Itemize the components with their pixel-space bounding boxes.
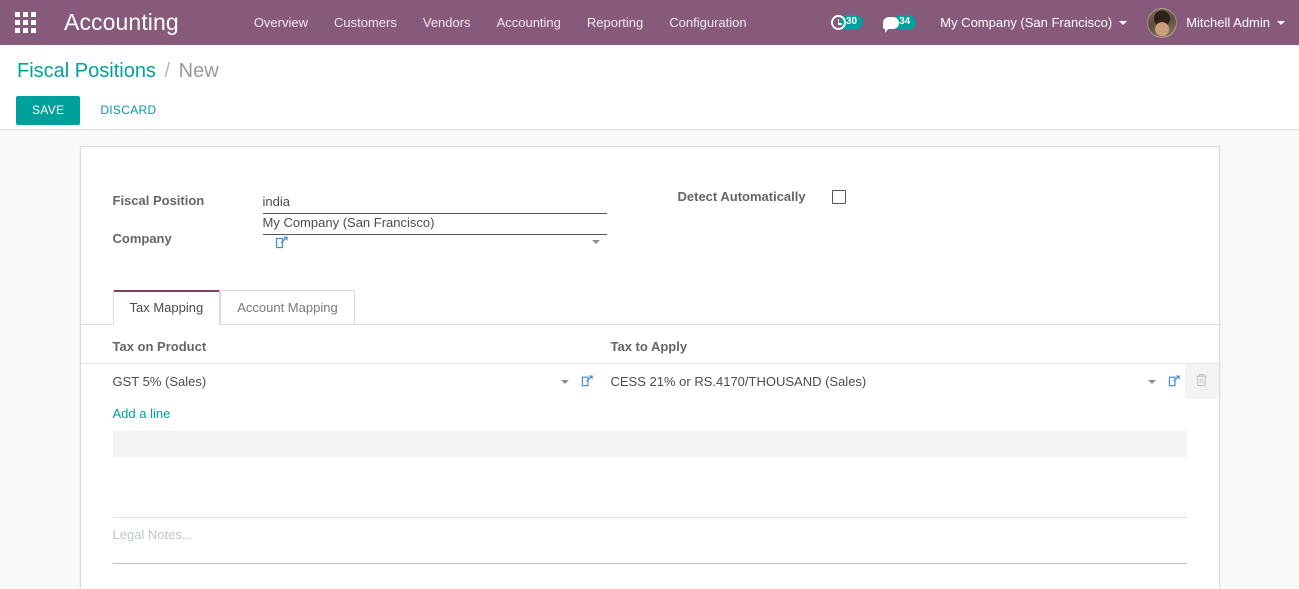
company-label: Company (112, 231, 172, 246)
speech-bubble-icon (883, 16, 900, 33)
discard-button[interactable]: DISCARD (90, 97, 166, 124)
clock-icon (830, 15, 846, 30)
company-switcher[interactable]: My Company (San Francisco) (926, 15, 1133, 30)
save-button[interactable]: SAVE (16, 96, 81, 125)
user-menu[interactable]: Mitchell Admin (1133, 7, 1289, 38)
breadcrumb-separator: / (164, 60, 171, 82)
notebook-tab-bar: Tax Mapping Account Mapping (80, 290, 1219, 325)
breadcrumb-current: New (178, 60, 219, 82)
tax-mapping-panel: Tax on Product Tax to Apply GST 5% (Sale… (80, 325, 1219, 457)
chevron-down-icon[interactable] (591, 240, 600, 244)
external-link-icon[interactable] (275, 235, 289, 252)
tax-on-product-value: GST 5% (Sales) (112, 374, 207, 389)
add-line-row: Add a line (81, 399, 1219, 431)
form-sheet: Fiscal Position Company (79, 146, 1220, 588)
menu-item-vendors[interactable]: Vendors (410, 0, 484, 45)
company-switcher-label: My Company (San Francisco) (940, 15, 1113, 30)
column-header-tax-to-apply: Tax to Apply (610, 325, 1185, 364)
fiscal-position-input[interactable] (262, 192, 607, 214)
column-header-spacer (580, 325, 611, 364)
avatar (1147, 7, 1178, 38)
cell-tax-to-apply[interactable]: CESS 21% or RS.4170/THOUSAND (Sales) (611, 364, 1185, 400)
cell-tax-on-product-link[interactable] (581, 364, 611, 400)
notebook: Tax Mapping Account Mapping Tax on Produ… (80, 290, 1219, 457)
legal-notes-field[interactable]: Legal Notes... (112, 518, 1187, 564)
activity-menu-button[interactable]: 30 (821, 0, 873, 45)
main-menu: Overview Customers Vendors Accounting Re… (241, 0, 760, 45)
external-link-icon[interactable] (581, 374, 594, 390)
fiscal-position-label: Fiscal Position (112, 193, 205, 208)
add-line-cell: Add a line (81, 399, 1219, 431)
field-row-company: Company (112, 213, 638, 252)
tax-to-apply-value: CESS 21% or RS.4170/THOUSAND (Sales) (610, 374, 867, 389)
table-row[interactable]: GST 5% (Sales) CESS 21% or RS.4170/THOUS… (81, 363, 1219, 400)
chevron-down-icon (1119, 20, 1128, 25)
chevron-down-icon (1277, 20, 1285, 25)
apps-menu-button[interactable] (0, 0, 50, 45)
menu-item-customers[interactable]: Customers (321, 0, 410, 45)
tax-mapping-table: Tax on Product Tax to Apply GST 5% (Sale… (80, 325, 1219, 431)
navbar-right-group: 30 34 My Company (San Francisco) Mitchel… (821, 0, 1299, 45)
sheet-bottom-spacer (81, 564, 1219, 588)
menu-item-accounting[interactable]: Accounting (484, 0, 574, 45)
legal-notes-placeholder: Legal Notes... (112, 527, 193, 542)
add-a-line-button[interactable]: Add a line (113, 406, 171, 421)
app-brand-title: Accounting (64, 9, 179, 35)
record-action-buttons: SAVE DISCARD (0, 83, 1299, 125)
chevron-down-icon[interactable] (1147, 379, 1156, 384)
company-input[interactable] (262, 213, 607, 235)
field-row-fiscal-position: Fiscal Position (113, 187, 638, 214)
form-fields-region: Fiscal Position Company (81, 147, 1219, 263)
breadcrumb-root-link[interactable]: Fiscal Positions (17, 60, 156, 82)
notes-region: Legal Notes... (81, 457, 1219, 564)
column-header-tax-on-product: Tax on Product (80, 325, 581, 364)
form-right-column: Detect Automatically (638, 187, 846, 263)
control-panel: Fiscal Positions / New SAVE DISCARD (0, 45, 1299, 130)
detect-automatically-label: Detect Automatically (677, 189, 806, 204)
tab-account-mapping[interactable]: Account Mapping (220, 290, 355, 325)
column-header-actions (1184, 325, 1219, 364)
menu-item-reporting[interactable]: Reporting (574, 0, 656, 45)
chevron-down-icon[interactable] (560, 379, 569, 384)
menu-item-configuration[interactable]: Configuration (656, 0, 759, 45)
user-menu-label: Mitchell Admin (1186, 15, 1270, 30)
field-row-detect-automatically: Detect Automatically (678, 189, 846, 204)
tab-tax-mapping[interactable]: Tax Mapping (112, 290, 221, 325)
detect-automatically-checkbox[interactable] (831, 189, 846, 204)
cell-delete-row[interactable] (1184, 363, 1219, 399)
table-header-row: Tax on Product Tax to Apply (80, 325, 1219, 364)
messaging-menu-button[interactable]: 34 (873, 0, 926, 45)
top-navbar: Accounting Overview Customers Vendors Ac… (0, 0, 1299, 45)
form-left-column: Fiscal Position Company (113, 187, 638, 263)
grid-apps-icon (14, 12, 36, 33)
form-view-background: Fiscal Position Company (0, 130, 1299, 588)
cell-tax-on-product[interactable]: GST 5% (Sales) (81, 364, 581, 400)
trash-icon[interactable] (1195, 374, 1208, 390)
tax-mapping-footer-row (112, 431, 1187, 457)
external-link-icon[interactable] (1168, 374, 1181, 390)
breadcrumb: Fiscal Positions / New (0, 59, 1299, 83)
menu-item-overview[interactable]: Overview (241, 0, 321, 45)
